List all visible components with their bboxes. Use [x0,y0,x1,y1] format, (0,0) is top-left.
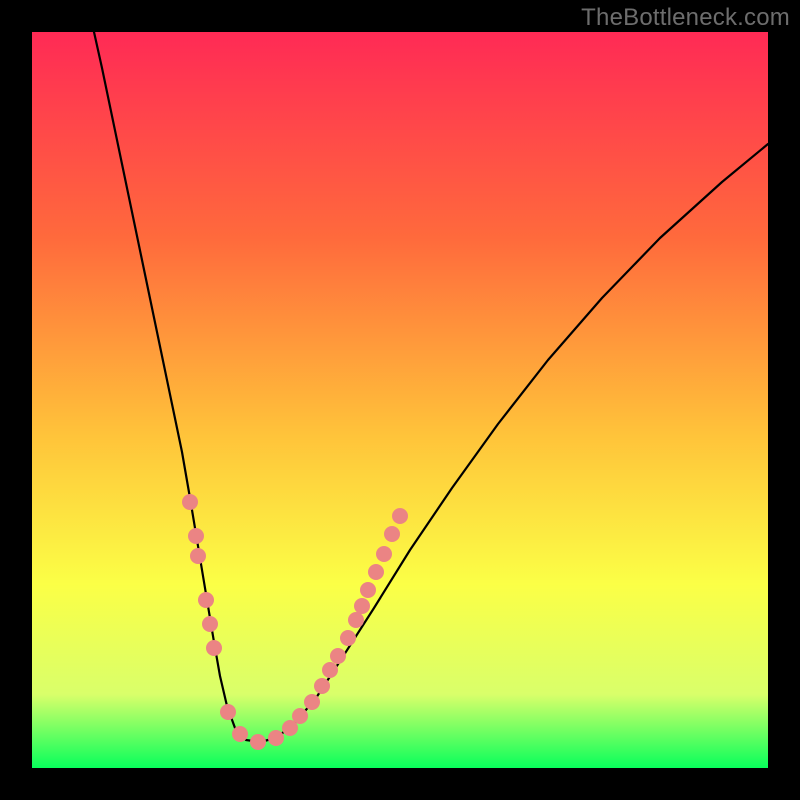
data-dot [376,546,392,562]
data-dot [384,526,400,542]
data-dot [188,528,204,544]
data-dot [292,708,308,724]
data-dot [354,598,370,614]
data-dot [330,648,346,664]
data-dots-group [182,494,408,750]
data-dot [322,662,338,678]
data-dot [268,730,284,746]
data-dot [340,630,356,646]
plot-area [32,32,768,768]
data-dot [392,508,408,524]
data-dot [304,694,320,710]
data-dot [232,726,248,742]
data-dot [360,582,376,598]
watermark-text: TheBottleneck.com [581,4,790,32]
outer-frame: TheBottleneck.com [0,0,800,800]
data-dot [368,564,384,580]
chart-svg [32,32,768,768]
bottleneck-curve [94,32,768,742]
data-dot [220,704,236,720]
data-dot [182,494,198,510]
data-dot [202,616,218,632]
data-dot [250,734,266,750]
data-dot [198,592,214,608]
data-dot [206,640,222,656]
data-dot [314,678,330,694]
data-dot [190,548,206,564]
data-dot [348,612,364,628]
